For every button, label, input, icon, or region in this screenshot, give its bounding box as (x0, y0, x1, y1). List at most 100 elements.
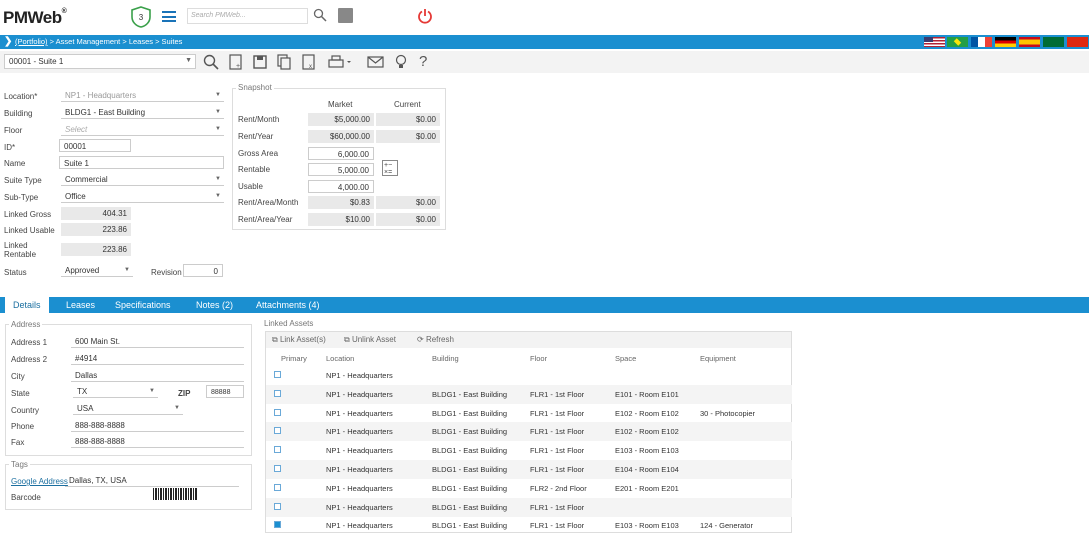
col-primary[interactable]: Primary (281, 354, 307, 363)
notification-count: 3 (139, 13, 144, 22)
refresh-button[interactable]: ⟳ Refresh (417, 335, 454, 344)
breadcrumb-portfolio-link[interactable]: (Portfolio) (15, 37, 48, 46)
suite-type-select[interactable]: Commercial ▼ (61, 173, 224, 186)
snapshot-current-value: $0.00 (376, 196, 440, 209)
snapshot-market-value[interactable]: 4,000.00 (308, 180, 374, 193)
country-select[interactable]: USA ▼ (73, 402, 183, 415)
cell-space: E103 - Room E103 (615, 446, 679, 456)
state-label: State (11, 389, 30, 398)
linked-rentable-value: 223.86 (61, 243, 131, 256)
address1-label: Address 1 (11, 338, 48, 347)
unlink-asset-button[interactable]: ⧉ Unlink Asset (344, 335, 396, 345)
snapshot-market-value[interactable]: 6,000.00 (308, 147, 374, 160)
new-record-icon[interactable]: + (228, 53, 244, 71)
brazil-flag-icon[interactable] (947, 37, 968, 47)
calculator-icon[interactable]: +−×= (382, 160, 398, 176)
tab-notes[interactable]: Notes (2) (188, 297, 241, 313)
google-address-field[interactable]: Dallas, TX, USA (65, 474, 239, 487)
address1-field[interactable]: 600 Main St. (71, 335, 244, 348)
table-row[interactable]: NP1 - Headquarters BLDG1 - East Building F… (266, 497, 792, 517)
cell-floor: FLR1 - 1st Floor (530, 427, 585, 437)
link-assets-button[interactable]: ⧉ Link Asset(s) (272, 335, 326, 345)
link-icon: ⧉ (272, 335, 280, 344)
primary-checkbox[interactable] (274, 521, 281, 529)
state-value: TX (77, 387, 88, 396)
snapshot-market-value: $10.00 (308, 213, 374, 226)
email-icon[interactable] (367, 53, 385, 71)
status-select[interactable]: Approved ▼ (61, 264, 133, 277)
china-flag-icon[interactable] (1067, 37, 1088, 47)
shield-icon[interactable]: 3 (130, 6, 152, 28)
primary-checkbox[interactable] (274, 483, 281, 491)
save-icon[interactable] (252, 53, 268, 71)
sub-type-select[interactable]: Office ▼ (61, 190, 224, 203)
primary-checkbox[interactable] (274, 465, 281, 472)
table-row[interactable]: NP1 - Headquarters BLDG1 - East Building F… (266, 516, 792, 535)
zip-field[interactable]: 88888 (206, 385, 244, 398)
lightbulb-icon[interactable] (393, 53, 409, 71)
floor-select[interactable]: Select ▼ (61, 123, 224, 136)
search-input[interactable]: Search PMWeb... (187, 8, 308, 24)
table-row[interactable]: NP1 - Headquarters BLDG1 - East Building F… (266, 422, 792, 442)
tab-details[interactable]: Details (5, 297, 49, 313)
current-header: Current (394, 100, 421, 109)
search-icon[interactable] (313, 8, 327, 22)
linked-usable-label: Linked Usable (4, 226, 55, 235)
delete-icon[interactable]: x (301, 53, 317, 71)
help-icon[interactable]: ? (419, 53, 427, 71)
cell-location: NP1 - Headquarters (326, 521, 393, 531)
tab-specifications[interactable]: Specifications (107, 297, 179, 313)
primary-checkbox[interactable] (274, 446, 281, 454)
col-location[interactable]: Location (326, 354, 354, 363)
state-select[interactable]: TX ▼ (73, 385, 158, 398)
table-row[interactable]: NP1 - Headquarters (266, 366, 792, 385)
primary-checkbox[interactable] (274, 427, 281, 435)
table-row[interactable]: NP1 - Headquarters BLDG1 - East Building F… (266, 384, 792, 404)
cell-building: BLDG1 - East Building (432, 408, 508, 418)
cell-space: E103 - Room E103 (615, 521, 679, 531)
power-icon[interactable] (417, 8, 433, 24)
fax-field[interactable]: 888-888-8888 (71, 435, 244, 448)
primary-checkbox[interactable] (274, 389, 281, 397)
address2-field[interactable]: #4914 (71, 352, 244, 365)
col-building[interactable]: Building (432, 354, 459, 363)
google-address-link[interactable]: Google Address (11, 477, 68, 486)
germany-flag-icon[interactable] (995, 37, 1016, 47)
print-icon[interactable] (327, 53, 353, 71)
france-flag-icon[interactable] (971, 37, 992, 47)
revision-field[interactable]: 0 (183, 264, 223, 277)
us-flag-icon[interactable] (924, 37, 945, 47)
col-floor[interactable]: Floor (530, 354, 547, 363)
col-space[interactable]: Space (615, 354, 636, 363)
spain-flag-icon[interactable] (1019, 37, 1040, 47)
table-row[interactable]: NP1 - Headquarters BLDG1 - East Building F… (266, 479, 792, 498)
hamburger-menu-icon[interactable] (162, 11, 176, 22)
record-selector[interactable]: 00001 - Suite 1 ▼ (4, 54, 196, 69)
building-select[interactable]: BLDG1 - East Building ▼ (61, 106, 224, 119)
primary-checkbox[interactable] (274, 371, 281, 378)
floor-placeholder: Select (65, 125, 88, 134)
id-field[interactable]: 00001 (59, 139, 131, 152)
city-label: City (11, 372, 25, 381)
primary-checkbox[interactable] (274, 408, 281, 416)
video-icon[interactable] (338, 8, 353, 23)
table-row[interactable]: NP1 - Headquarters BLDG1 - East Building F… (266, 460, 792, 479)
table-row[interactable]: NP1 - Headquarters BLDG1 - East Building F… (266, 441, 792, 460)
snapshot-market-value[interactable]: 5,000.00 (308, 163, 374, 176)
chevron-down-icon: ▼ (215, 109, 221, 115)
tab-leases[interactable]: Leases (58, 297, 103, 313)
name-field[interactable]: Suite 1 (59, 156, 224, 169)
table-row[interactable]: NP1 - Headquarters BLDG1 - East Building F… (266, 404, 792, 423)
location-select[interactable]: NP1 - Headquarters ▼ (61, 89, 224, 102)
city-field[interactable]: Dallas (71, 369, 244, 382)
search-record-icon[interactable] (202, 53, 220, 71)
chevron-down-icon: ▼ (215, 126, 221, 132)
pmweb-logo[interactable]: PMWeb® (3, 8, 67, 28)
copy-icon[interactable] (276, 53, 292, 71)
saudi-flag-icon[interactable] (1043, 37, 1064, 47)
primary-checkbox[interactable] (274, 502, 281, 510)
tab-attachments[interactable]: Attachments (4) (248, 297, 328, 313)
snapshot-row-label: Rent/Area/Month (238, 198, 299, 207)
col-equipment[interactable]: Equipment (700, 354, 736, 363)
phone-field[interactable]: 888-888-8888 (71, 419, 244, 432)
